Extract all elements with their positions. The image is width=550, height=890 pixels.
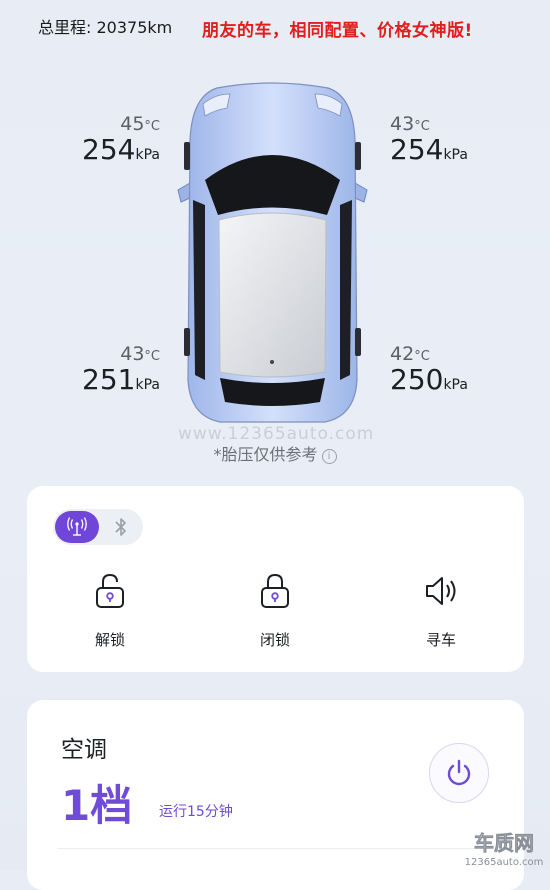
network-icon bbox=[67, 517, 87, 536]
bluetooth-toggle-option[interactable] bbox=[99, 511, 143, 543]
find-car-label: 寻车 bbox=[425, 631, 456, 649]
tire-temperature: 42°C bbox=[390, 343, 430, 365]
ac-power-button[interactable] bbox=[429, 743, 489, 803]
unlock-button[interactable]: 解锁 bbox=[65, 571, 155, 650]
divider bbox=[57, 848, 494, 849]
tire-pressure: 254kPa bbox=[390, 133, 468, 166]
ac-runtime: 运行15分钟 bbox=[159, 804, 233, 820]
find-car-button[interactable]: 寻车 bbox=[396, 571, 486, 650]
site-logo: 车质网 12365auto.com bbox=[465, 831, 544, 868]
lock-label: 闭锁 bbox=[259, 631, 290, 649]
bluetooth-icon bbox=[115, 518, 126, 536]
tire-temperature: 43°C bbox=[390, 113, 430, 135]
svg-text:12365auto.com: 12365auto.com bbox=[465, 857, 544, 868]
lock-icon bbox=[261, 573, 289, 608]
power-icon bbox=[447, 759, 471, 786]
tire-front-right: 43°C 254kPa bbox=[390, 113, 490, 170]
tire-rear-right: 42°C 250kPa bbox=[390, 343, 490, 400]
connection-toggle[interactable] bbox=[53, 509, 143, 545]
tire-front-left: 45°C 254kPa bbox=[60, 113, 160, 170]
ac-title: 空调 bbox=[61, 737, 107, 763]
mileage-text: 总里程: 20375km bbox=[38, 18, 173, 37]
vehicle-control-card: 解锁 闭锁 寻车 bbox=[27, 486, 524, 672]
tire-temperature: 43°C bbox=[120, 343, 160, 365]
ac-card: 空调 1档 运行15分钟 bbox=[27, 700, 524, 890]
unlock-icon bbox=[96, 573, 124, 608]
svg-text:车质网: 车质网 bbox=[474, 831, 534, 855]
lock-button[interactable]: 闭锁 bbox=[230, 571, 320, 650]
tire-pressure: 250kPa bbox=[390, 363, 468, 396]
speaker-icon bbox=[426, 577, 456, 605]
car-top-view bbox=[177, 82, 368, 423]
ac-level: 1档 bbox=[61, 781, 133, 830]
info-icon[interactable]: i bbox=[321, 449, 337, 464]
network-toggle-option[interactable] bbox=[55, 511, 99, 543]
tire-temperature: 45°C bbox=[120, 113, 160, 135]
tire-rear-left: 43°C 251kPa bbox=[60, 343, 160, 400]
annotation-text: 朋友的车，相同配置、价格女神版! bbox=[202, 21, 473, 41]
tire-disclaimer: *胎压仅供参考 i bbox=[0, 441, 550, 465]
tire-pressure: 254kPa bbox=[82, 133, 160, 166]
unlock-label: 解锁 bbox=[94, 631, 125, 649]
tire-pressure: 251kPa bbox=[82, 363, 160, 396]
